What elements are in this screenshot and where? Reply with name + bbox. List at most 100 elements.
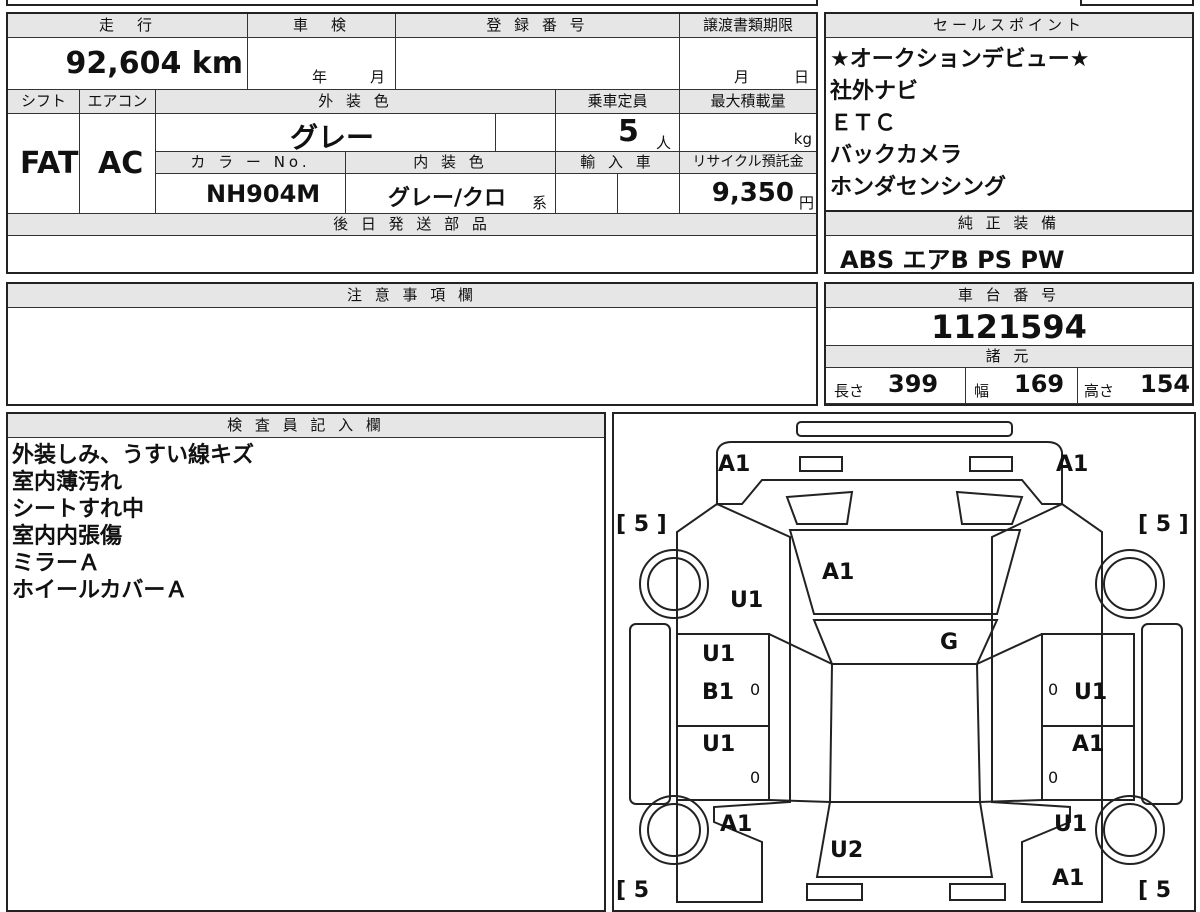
chassis-cell: 1121594 (826, 308, 1192, 346)
sales-point-item: ★オークションデビュー★ (830, 47, 1090, 72)
mark-left-front-door-2: B1 (702, 680, 735, 705)
sales-points-list: ★オークションデビュー★ 社外ナビ ＥＴＣ バックカメラ ホンダセンシング (826, 44, 1089, 204)
sales-point-item: バックカメラ (830, 143, 963, 168)
inspector-line: ミラーＡ (12, 551, 101, 576)
interior-value: グレー/クロ (388, 186, 507, 211)
chassis-number: 1121594 (931, 308, 1087, 346)
height-label: 高さ (1084, 382, 1115, 400)
inspection-cell: 年 月 (248, 38, 396, 90)
mark-tire-fl: [ 5 ] (616, 512, 667, 537)
shift-cell: FAT (8, 114, 80, 214)
transfer-month-label: 月 (734, 68, 750, 86)
max-load-unit: kg (793, 130, 812, 148)
max-load-header: 最大積載量 (680, 90, 816, 114)
mark-tire-fr: [ 5 ] (1138, 512, 1189, 537)
inspector-line: 外装しみ、うすい線キズ (12, 443, 255, 468)
height-cell: 高さ 154 (1078, 368, 1192, 404)
exterior-cell: グレー (156, 114, 496, 152)
color-no-cell: NH904M (156, 174, 346, 214)
capacity-unit: 人 (656, 134, 672, 152)
mark-right-front-door: U1 (1074, 680, 1108, 705)
mark-left-rear-fender: A1 (720, 812, 753, 837)
chassis-box: 車 台 番 号 1121594 諸 元 長さ 399 幅 169 高さ 154 (824, 282, 1194, 406)
exterior-value: グレー (290, 121, 375, 152)
ac-value: AC (98, 146, 144, 181)
interior-cell: グレー/クロ 系 (346, 174, 556, 214)
equipment-value: ABS エアB PS PW (840, 246, 1065, 274)
registration-header: 登 録 番 号 (396, 14, 680, 38)
inspector-header: 検 査 員 記 入 欄 (8, 414, 604, 438)
length-label: 長さ (834, 382, 865, 400)
mark-zero: 0 (1048, 680, 1059, 699)
notes-header: 注 意 事 項 欄 (8, 284, 816, 308)
sales-points-header: セールスポイント (826, 14, 1192, 38)
sales-point-item: ホンダセンシング (830, 175, 1007, 200)
shift-value: FAT (20, 146, 79, 181)
sales-point-item: ＥＴＣ (830, 111, 897, 136)
mark-zero: 0 (1048, 768, 1059, 787)
mark-left-front-door-1: U1 (702, 642, 736, 667)
mark-rear-right-corner: A1 (1052, 866, 1085, 891)
mark-right-rear-fender: U1 (1054, 812, 1088, 837)
inspector-line: ホイールカバーＡ (12, 578, 188, 603)
width-cell: 幅 169 (966, 368, 1078, 404)
mark-front-left-fender: U1 (730, 588, 764, 613)
spec-header: 諸 元 (826, 346, 1192, 368)
sales-point-item: 社外ナビ (830, 79, 919, 104)
inspector-notes: 外装しみ、うすい線キズ 室内薄汚れ シートすれ中 室内内張傷 ミラーＡ ホイール… (8, 442, 254, 604)
mark-rear: U2 (830, 838, 864, 863)
mark-zero: 0 (750, 680, 761, 699)
recycle-cell: 9,350 円 (680, 174, 816, 214)
inspector-box: 検 査 員 記 入 欄 外装しみ、うすい線キズ 室内薄汚れ シートすれ中 室内内… (6, 412, 606, 912)
mileage-header: 走 行 (8, 14, 248, 38)
interior-header: 内 装 色 (346, 152, 556, 174)
mark-tire-rl: [ 5 (616, 878, 650, 903)
registration-cell (396, 38, 680, 90)
chassis-header: 車 台 番 号 (826, 284, 1192, 308)
transfer-header: 譲渡書類期限 (680, 14, 816, 38)
capacity-value: 5 (618, 114, 639, 149)
transfer-cell: 月 日 (680, 38, 816, 90)
mark-front-right-corner: A1 (1056, 452, 1089, 477)
inspection-header: 車 検 (248, 14, 396, 38)
top-strip (6, 0, 818, 6)
inspector-line: シートすれ中 (12, 497, 145, 522)
mark-windshield: G (940, 630, 959, 655)
width-value: 169 (1014, 370, 1065, 398)
mark-right-rear-door: A1 (1072, 732, 1105, 757)
exterior-sub-cell (496, 114, 556, 152)
import-header: 輸 入 車 (556, 152, 680, 174)
mileage-value: 92,604 km (65, 46, 243, 81)
transfer-day-label: 日 (794, 68, 810, 86)
capacity-header: 乗車定員 (556, 90, 680, 114)
mark-zero: 0 (750, 768, 761, 787)
later-parts-header: 後 日 発 送 部 品 (8, 214, 816, 236)
import-cell-2 (618, 174, 680, 214)
later-parts-cell (8, 236, 816, 272)
recycle-value: 9,350 (711, 178, 794, 208)
mileage-cell: 92,604 km (8, 38, 248, 90)
inspection-month-label: 月 (370, 68, 386, 86)
ac-header: エアコン (80, 90, 156, 114)
exterior-header: 外 装 色 (156, 90, 556, 114)
capacity-cell: 5 人 (556, 114, 680, 152)
inspection-year-label: 年 (312, 68, 328, 86)
mark-tire-rr: [ 5 (1138, 878, 1172, 903)
color-no-value: NH904M (206, 180, 321, 208)
max-load-cell: kg (680, 114, 816, 152)
vehicle-info-table: 走 行 車 検 登 録 番 号 譲渡書類期限 92,604 km 年 月 月 日… (6, 12, 818, 274)
length-cell: 長さ 399 (826, 368, 966, 404)
recycle-unit: 円 (798, 194, 814, 212)
inspector-line: 室内内張傷 (12, 524, 123, 549)
mark-left-rear-door: U1 (702, 732, 736, 757)
shift-header: シフト (8, 90, 80, 114)
width-label: 幅 (974, 382, 990, 400)
equipment-header: 純 正 装 備 (826, 212, 1192, 236)
mark-hood: A1 (822, 560, 855, 585)
notes-box: 注 意 事 項 欄 (6, 282, 818, 406)
ac-cell: AC (80, 114, 156, 214)
car-diagram-box: A1 A1 [ 5 ] [ 5 ] A1 U1 G U1 B1 0 0 U1 U… (612, 412, 1196, 912)
inspector-line: 室内薄汚れ (12, 470, 123, 495)
top-strip-right (1080, 0, 1194, 6)
import-cell-1 (556, 174, 618, 214)
